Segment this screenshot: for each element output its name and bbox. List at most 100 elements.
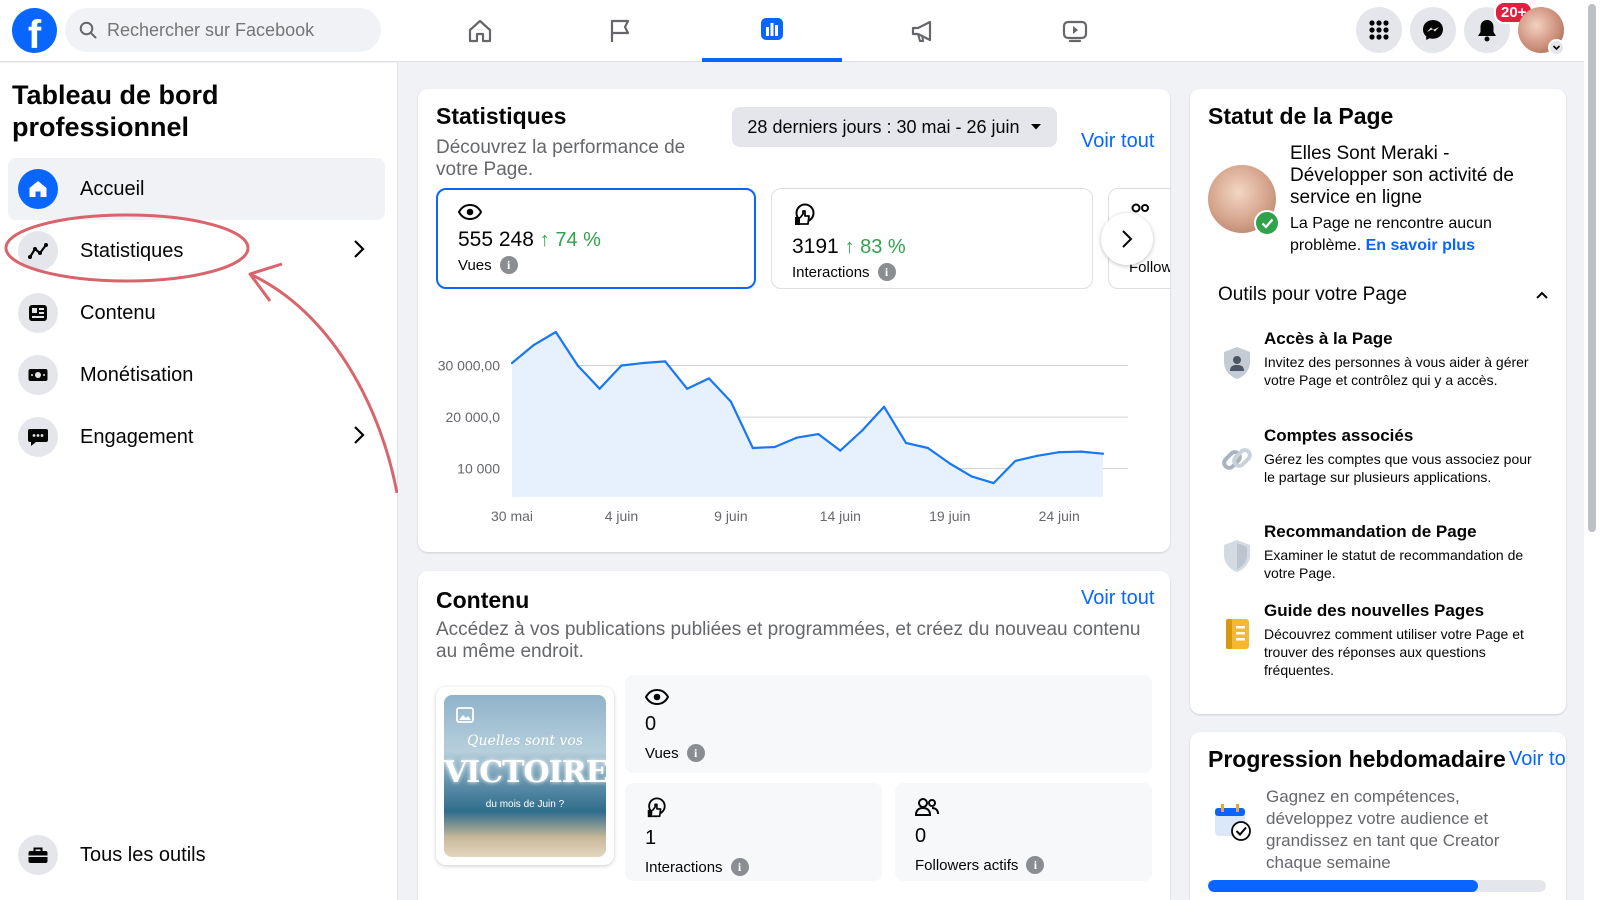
info-icon[interactable]: i (730, 858, 749, 876)
metrics-next-button[interactable] (1101, 213, 1153, 265)
sidebar-item-accueil[interactable]: Accueil (8, 158, 385, 220)
content-stat-label: Interactions (645, 858, 723, 876)
sidebar-item-tous-les-outils[interactable]: Tous les outils (8, 824, 385, 886)
info-icon[interactable]: i (877, 263, 896, 281)
chart-point[interactable] (532, 343, 535, 347)
eye-icon (458, 204, 734, 220)
page-name: Elles Sont Meraki - Développer son activ… (1290, 143, 1514, 208)
chart-point[interactable] (1036, 454, 1039, 457)
chart-point[interactable] (1101, 452, 1105, 455)
info-icon[interactable]: i (1026, 856, 1045, 874)
content-stat-value: 1 (645, 827, 657, 849)
nav-tab-home[interactable] (410, 0, 550, 62)
search-box[interactable] (65, 8, 381, 52)
sidebar-item-label: Accueil (80, 177, 145, 200)
chart-point[interactable] (1080, 450, 1083, 453)
thumbnail-line-2: VICTOIRES (444, 755, 606, 790)
check-circle-icon (1254, 210, 1280, 236)
tool-page-access[interactable]: Accès à la Page Invitez des personnes à v… (1210, 329, 1540, 389)
nav-tab-pages[interactable] (550, 0, 690, 62)
metric-card-interactions[interactable]: 3191 ↑ 83 % Interactions i (771, 188, 1093, 289)
scrollbar-thumb[interactable] (1588, 4, 1596, 532)
weekly-progress-fill (1208, 880, 1479, 892)
info-icon[interactable]: i (686, 744, 705, 762)
home-icon (466, 17, 494, 45)
search-icon (79, 21, 97, 39)
content-card: Contenu Voir tout Accédez à vos publicat… (418, 571, 1170, 900)
page-scrollbar[interactable] (1584, 0, 1600, 900)
search-input[interactable] (107, 19, 357, 41)
nav-tab-video[interactable] (1005, 0, 1145, 62)
facebook-logo[interactable]: f (12, 8, 57, 53)
chart-point[interactable] (642, 361, 645, 365)
tool-description: Invitez des personnes à vous aider à gér… (1264, 354, 1529, 388)
nav-tab-insights[interactable] (702, 0, 842, 62)
menu-button[interactable] (1356, 7, 1402, 53)
chart-point[interactable] (992, 481, 995, 485)
nav-tab-ads[interactable] (853, 0, 993, 62)
tool-title: Recommandation de Page (1264, 522, 1477, 541)
post-thumbnail-card[interactable]: Quelles sont vos VICTOIRES du mois de Ju… (436, 687, 614, 865)
metric-value: 555 248 (458, 228, 534, 251)
info-icon[interactable]: i (499, 256, 518, 274)
chart-point[interactable] (510, 361, 514, 365)
chart-point[interactable] (795, 436, 798, 439)
content-stat-label: Vues (645, 744, 679, 762)
chart-point[interactable] (620, 364, 623, 367)
thumbnail-line-1: Quelles sont vos (467, 733, 583, 749)
chart-point[interactable] (970, 475, 973, 478)
sidebar-title: Tableau de bord professionnel (12, 80, 219, 142)
learn-more-link[interactable]: En savoir plus (1366, 237, 1475, 254)
content-subtitle: Accédez à vos publications publiées et p… (436, 619, 1141, 662)
chart-point[interactable] (686, 387, 689, 390)
chart-point[interactable] (861, 429, 864, 432)
chart-point[interactable] (707, 377, 711, 380)
tools-section-header[interactable]: Outils pour votre Page (1218, 284, 1548, 306)
chart-point[interactable] (839, 449, 842, 452)
x-tick-label: 19 juin (929, 508, 970, 524)
messenger-button[interactable] (1410, 7, 1456, 53)
post-thumbnail-image[interactable]: Quelles sont vos VICTOIRES du mois de Ju… (444, 695, 606, 857)
chart-point[interactable] (948, 462, 951, 465)
followers-icon (915, 797, 1132, 817)
chart-point[interactable] (598, 387, 601, 390)
chart-point[interactable] (926, 446, 929, 450)
chart-point[interactable] (664, 360, 667, 363)
chart-point[interactable] (1058, 451, 1061, 454)
metric-card-vues[interactable]: 555 248 ↑ 74 % Vues i (436, 188, 756, 289)
date-range-dropdown[interactable]: 28 derniers jours : 30 mai - 26 juin (732, 107, 1057, 147)
chart-point[interactable] (817, 433, 820, 436)
eye-icon (645, 689, 1132, 705)
chart-point[interactable] (1014, 459, 1017, 463)
annotation-circle-arrow (4, 213, 398, 494)
chart-point[interactable] (751, 446, 754, 450)
tool-description: Examiner le statut de recommandation de … (1264, 547, 1524, 581)
x-tick-label: 4 juin (605, 508, 638, 524)
grid-menu-icon (1368, 19, 1390, 41)
chart-point[interactable] (729, 400, 732, 403)
chart-point[interactable] (883, 405, 886, 408)
shield-icon (1221, 538, 1253, 582)
chevron-down-icon (1552, 43, 1561, 52)
weekly-progress-card: Progression hebdomadaire Voir tout Gagne… (1190, 732, 1566, 900)
interactions-icon (645, 797, 862, 819)
tool-new-pages-guide[interactable]: Guide des nouvelles Pages Découvrez comme… (1210, 601, 1540, 679)
chart-point[interactable] (576, 364, 579, 367)
statistics-voir-tout-link[interactable]: Voir tout (1081, 130, 1154, 153)
toolbox-icon (18, 835, 58, 875)
page-status-title: Statut de la Page (1208, 103, 1394, 129)
metric-change: 83 % (860, 236, 906, 258)
chevron-right-icon (1121, 229, 1133, 249)
chart-point[interactable] (554, 330, 557, 334)
tool-page-recommendation[interactable]: Recommandation de Page Examiner le statut… (1210, 522, 1540, 582)
chart-point[interactable] (773, 445, 776, 449)
weekly-voir-tout-link[interactable]: Voir tout (1509, 748, 1566, 771)
caret-down-icon (1030, 123, 1042, 131)
account-menu-chevron[interactable] (1548, 39, 1565, 56)
calendar-check-icon (1212, 802, 1252, 847)
metric-value: 3191 (792, 235, 839, 258)
tool-linked-accounts[interactable]: Comptes associés Gérez les comptes que vo… (1210, 426, 1540, 486)
chart-point[interactable] (904, 441, 908, 444)
content-voir-tout-link[interactable]: Voir tout (1081, 587, 1154, 610)
page-status-card: Statut de la Page Elles Sont Meraki - Dé… (1190, 89, 1566, 714)
